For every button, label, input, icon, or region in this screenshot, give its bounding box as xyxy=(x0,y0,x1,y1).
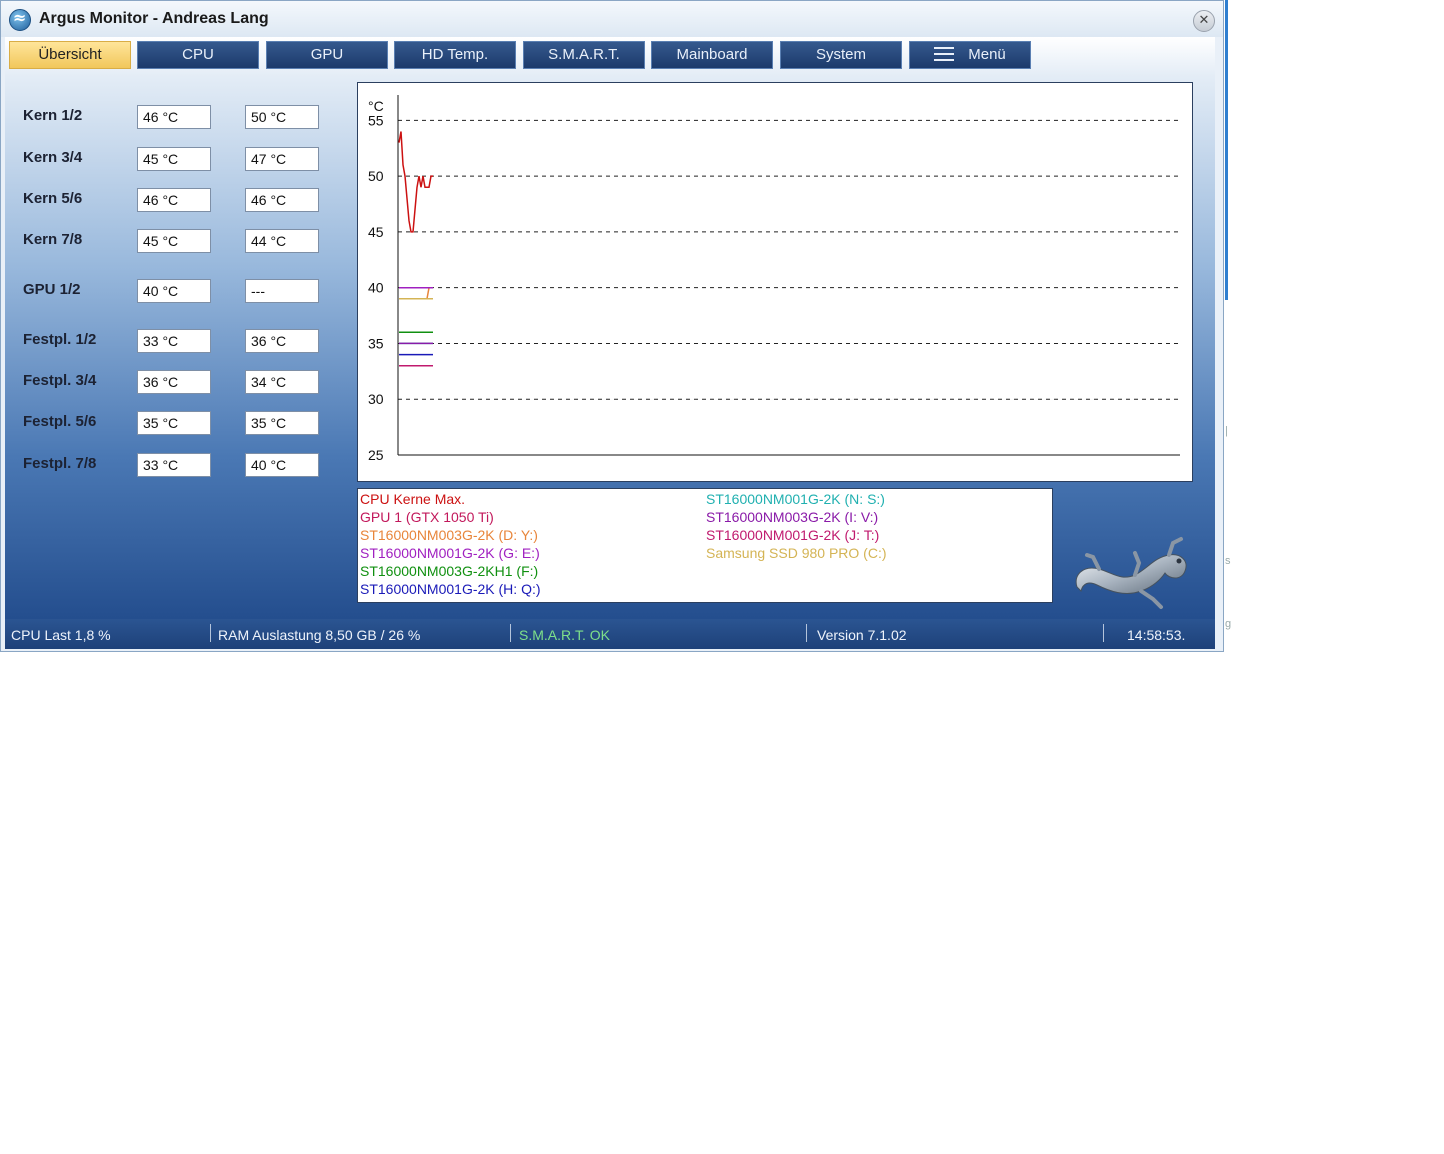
y-tick-label: 50 xyxy=(368,168,384,184)
background-fragment: | xyxy=(1225,425,1228,437)
sensor-value: 45 °C xyxy=(137,229,211,253)
tab-system[interactable]: System xyxy=(780,41,902,69)
background-fragment: g xyxy=(1225,618,1232,630)
tab-uebersicht[interactable]: Übersicht xyxy=(9,41,131,69)
sensor-value: 47 °C xyxy=(245,147,319,171)
legend-entry: GPU 1 (GTX 1050 Ti) xyxy=(360,509,494,525)
sensor-value: 45 °C xyxy=(137,147,211,171)
tab-label: System xyxy=(815,46,866,63)
status-divider xyxy=(510,624,511,642)
argus-app-icon xyxy=(9,8,31,31)
legend-entry: CPU Kerne Max. xyxy=(360,491,466,507)
status-divider xyxy=(1103,624,1104,642)
background-window-edge xyxy=(1225,0,1228,300)
clock-status: 14:58:53. xyxy=(1127,627,1186,643)
y-tick-label: 40 xyxy=(368,280,384,296)
sensor-value: 33 °C xyxy=(137,329,211,353)
window-title: Argus Monitor - Andreas Lang xyxy=(39,10,269,27)
legend-entry: ST16000NM003G-2KH1 (F:) xyxy=(360,563,539,579)
sensor-value: 46 °C xyxy=(245,188,319,212)
sensor-value: 50 °C xyxy=(245,105,319,129)
series-line-0 xyxy=(398,131,433,233)
tab-mainboard[interactable]: Mainboard xyxy=(651,41,773,69)
ram-usage-status: RAM Auslastung 8,50 GB / 26 % xyxy=(218,627,421,643)
tab-label: Menü xyxy=(968,46,1006,63)
tab-label: Übersicht xyxy=(38,46,102,63)
version-status: Version 7.1.02 xyxy=(817,627,907,643)
sensor-value: --- xyxy=(245,279,319,303)
tab-gpu[interactable]: GPU xyxy=(266,41,388,69)
y-tick-label: 30 xyxy=(368,391,384,407)
legend-entry: Samsung SSD 980 PRO (C:) xyxy=(706,545,887,561)
legend-entry: ST16000NM001G-2K (G: E:) xyxy=(360,545,540,561)
close-button[interactable]: ✕ xyxy=(1193,10,1215,32)
sensor-value: 36 °C xyxy=(245,329,319,353)
sensor-label: Festpl. 1/2 xyxy=(23,331,97,348)
y-tick-label: 35 xyxy=(368,335,384,351)
temperature-chart-plot: °C25303540455055 xyxy=(368,95,1180,463)
sensor-label: Festpl. 7/8 xyxy=(23,455,97,472)
sensor-label: Kern 3/4 xyxy=(23,149,83,166)
tab-label: Mainboard xyxy=(676,46,748,63)
sensor-value: 33 °C xyxy=(137,453,211,477)
sensor-label: Kern 5/6 xyxy=(23,190,83,207)
title-bar[interactable]: Argus Monitor - Andreas Lang ✕ xyxy=(1,1,1223,37)
sensor-label: Festpl. 3/4 xyxy=(23,372,97,389)
legend-entry: ST16000NM001G-2K (N: S:) xyxy=(706,491,885,507)
legend-entry: ST16000NM001G-2K (H: Q:) xyxy=(360,581,541,597)
y-tick-label: 45 xyxy=(368,224,384,240)
temperature-chart: °C 25 30 35 40 45 50 55 xyxy=(357,82,1193,482)
sensor-label: Kern 7/8 xyxy=(23,231,83,248)
sensor-label: GPU 1/2 xyxy=(23,281,81,298)
gecko-logo xyxy=(1075,537,1187,609)
tab-label: GPU xyxy=(310,46,344,63)
legend-entry: ST16000NM001G-2K (J: T:) xyxy=(706,527,880,543)
smart-status: S.M.A.R.T. OK xyxy=(519,627,611,643)
sensor-value: 46 °C xyxy=(137,188,211,212)
tab-label: CPU xyxy=(182,46,214,63)
sensor-value: 46 °C xyxy=(137,105,211,129)
overview-panel: Übersicht CPU GPU HD Temp. S.M.A.R.T. Ma… xyxy=(5,37,1215,619)
status-divider xyxy=(210,624,211,642)
sensor-value: 44 °C xyxy=(245,229,319,253)
tab-menu[interactable]: Menü xyxy=(909,41,1031,69)
y-tick-label: 25 xyxy=(368,447,384,463)
hamburger-menu-icon xyxy=(934,47,955,61)
sensor-label: Kern 1/2 xyxy=(23,107,83,124)
y-tick-label: 55 xyxy=(368,112,384,128)
sensor-label: Festpl. 5/6 xyxy=(23,413,97,430)
background-fragment: s xyxy=(1225,555,1231,567)
legend-entry: ST16000NM003G-2K (D: Y:) xyxy=(360,527,538,543)
argus-monitor-window: Argus Monitor - Andreas Lang ✕ Übersicht… xyxy=(0,0,1224,652)
series-line-2 xyxy=(399,286,433,300)
legend-entry: ST16000NM003G-2K (I: V:) xyxy=(706,509,879,525)
tab-smart[interactable]: S.M.A.R.T. xyxy=(523,41,645,69)
cpu-load-status: CPU Last 1,8 % xyxy=(11,627,111,643)
sensor-value: 35 °C xyxy=(245,411,319,435)
tab-cpu[interactable]: CPU xyxy=(137,41,259,69)
tab-label: S.M.A.R.T. xyxy=(548,46,620,63)
sensor-value: 35 °C xyxy=(137,411,211,435)
status-bar: CPU Last 1,8 % RAM Auslastung 8,50 GB / … xyxy=(5,619,1215,649)
sensor-value: 36 °C xyxy=(137,370,211,394)
sensor-value: 40 °C xyxy=(137,279,211,303)
sensor-value: 40 °C xyxy=(245,453,319,477)
tab-label: HD Temp. xyxy=(421,46,489,63)
sensor-value: 34 °C xyxy=(245,370,319,394)
chart-legend: CPU Kerne Max. GPU 1 (GTX 1050 Ti) ST16000… xyxy=(357,488,1053,603)
tab-hd-temp[interactable]: HD Temp. xyxy=(394,41,516,69)
status-divider xyxy=(806,624,807,642)
